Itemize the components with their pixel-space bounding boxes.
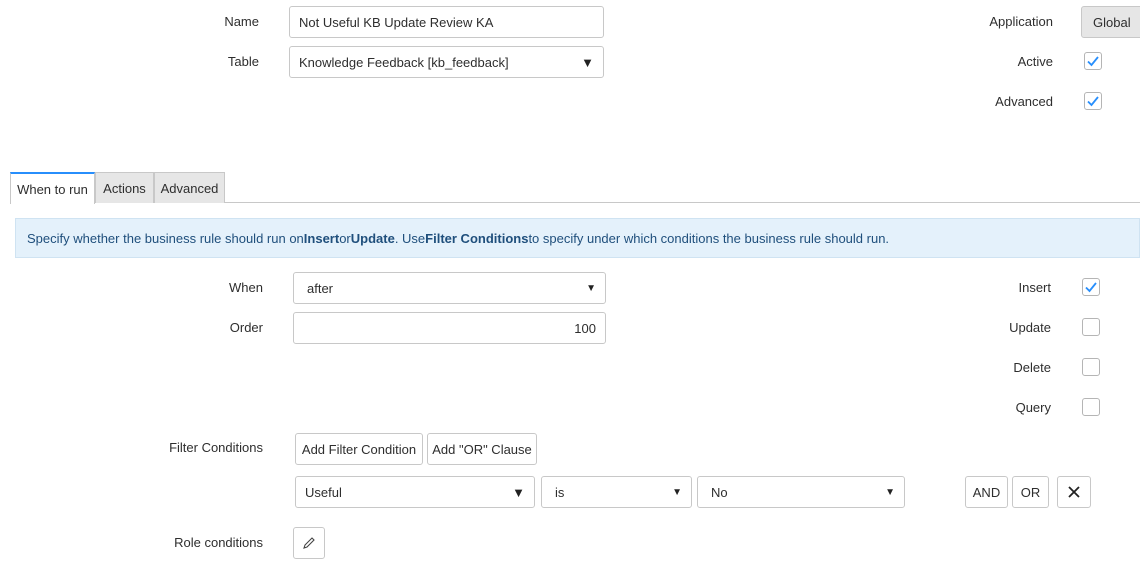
- application-value: Global: [1093, 14, 1131, 30]
- update-checkbox[interactable]: [1082, 318, 1100, 336]
- when-select[interactable]: after ▼: [293, 272, 606, 304]
- order-value: 100: [574, 320, 596, 336]
- condition-operator-select[interactable]: is ▼: [541, 476, 692, 508]
- edit-role-conditions-button[interactable]: [293, 527, 325, 559]
- tab-label: When to run: [17, 181, 88, 197]
- dropdown-arrow-icon: ▼: [586, 282, 596, 294]
- info-update: Update: [350, 230, 395, 246]
- dropdown-arrow-icon: ▼: [581, 54, 594, 70]
- advanced-checkbox[interactable]: [1084, 92, 1102, 110]
- tab-label: Actions: [103, 180, 146, 196]
- and-button[interactable]: AND: [965, 476, 1008, 508]
- insert-checkbox[interactable]: [1082, 278, 1100, 296]
- active-label: Active: [1017, 54, 1053, 69]
- name-label: Name: [224, 14, 259, 29]
- advanced-label: Advanced: [995, 94, 1053, 109]
- info-text: Specify whether the business rule should…: [27, 230, 304, 246]
- or-button[interactable]: OR: [1012, 476, 1049, 508]
- update-label: Update: [1009, 320, 1051, 335]
- condition-operator-value: is: [555, 484, 565, 500]
- info-insert: Insert: [303, 230, 340, 246]
- dropdown-arrow-icon: ▼: [672, 486, 682, 498]
- remove-condition-button[interactable]: [1057, 476, 1091, 508]
- name-value: Not Useful KB Update Review KA: [299, 14, 494, 30]
- table-value: Knowledge Feedback [kb_feedback]: [299, 54, 509, 70]
- application-label: Application: [989, 14, 1053, 29]
- query-checkbox[interactable]: [1082, 398, 1100, 416]
- delete-checkbox[interactable]: [1082, 358, 1100, 376]
- info-text: or: [339, 230, 351, 246]
- condition-field-select[interactable]: Useful ▼: [295, 476, 535, 508]
- order-label: Order: [229, 320, 263, 335]
- application-field[interactable]: Global: [1081, 6, 1140, 38]
- when-label: When: [229, 280, 263, 295]
- delete-label: Delete: [1013, 360, 1051, 375]
- name-input[interactable]: Not Useful KB Update Review KA: [289, 6, 604, 38]
- pencil-icon: [303, 537, 315, 549]
- tab-when-to-run[interactable]: When to run: [10, 172, 95, 204]
- tab-label: Advanced: [160, 180, 219, 196]
- filter-conditions-label: Filter Conditions: [169, 440, 263, 455]
- query-label: Query: [1015, 400, 1051, 415]
- info-filter-conditions: Filter Conditions: [425, 230, 529, 246]
- condition-value-select[interactable]: No ▼: [697, 476, 905, 508]
- add-filter-condition-button[interactable]: Add Filter Condition: [295, 433, 423, 465]
- info-text: to specify under which conditions the bu…: [528, 230, 890, 246]
- active-checkbox[interactable]: [1084, 52, 1102, 70]
- add-or-clause-button[interactable]: Add "OR" Clause: [427, 433, 537, 465]
- order-input[interactable]: 100: [293, 312, 606, 344]
- tab-advanced[interactable]: Advanced: [154, 172, 225, 203]
- when-value: after: [307, 280, 334, 296]
- dropdown-arrow-icon: ▼: [885, 486, 895, 498]
- condition-value-value: No: [711, 484, 728, 500]
- info-banner: Specify whether the business rule should…: [15, 218, 1140, 258]
- tab-actions[interactable]: Actions: [95, 172, 154, 203]
- dropdown-arrow-icon: ▼: [512, 484, 525, 500]
- checkmark-icon: [1085, 282, 1097, 293]
- table-label: Table: [227, 54, 259, 69]
- role-conditions-label: Role conditions: [174, 535, 263, 550]
- insert-label: Insert: [1018, 280, 1051, 295]
- info-text: . Use: [394, 230, 426, 246]
- condition-field-value: Useful: [305, 484, 342, 500]
- close-icon: [1068, 486, 1080, 498]
- checkmark-icon: [1087, 96, 1099, 107]
- table-select[interactable]: Knowledge Feedback [kb_feedback] ▼: [289, 46, 604, 78]
- checkmark-icon: [1087, 56, 1099, 67]
